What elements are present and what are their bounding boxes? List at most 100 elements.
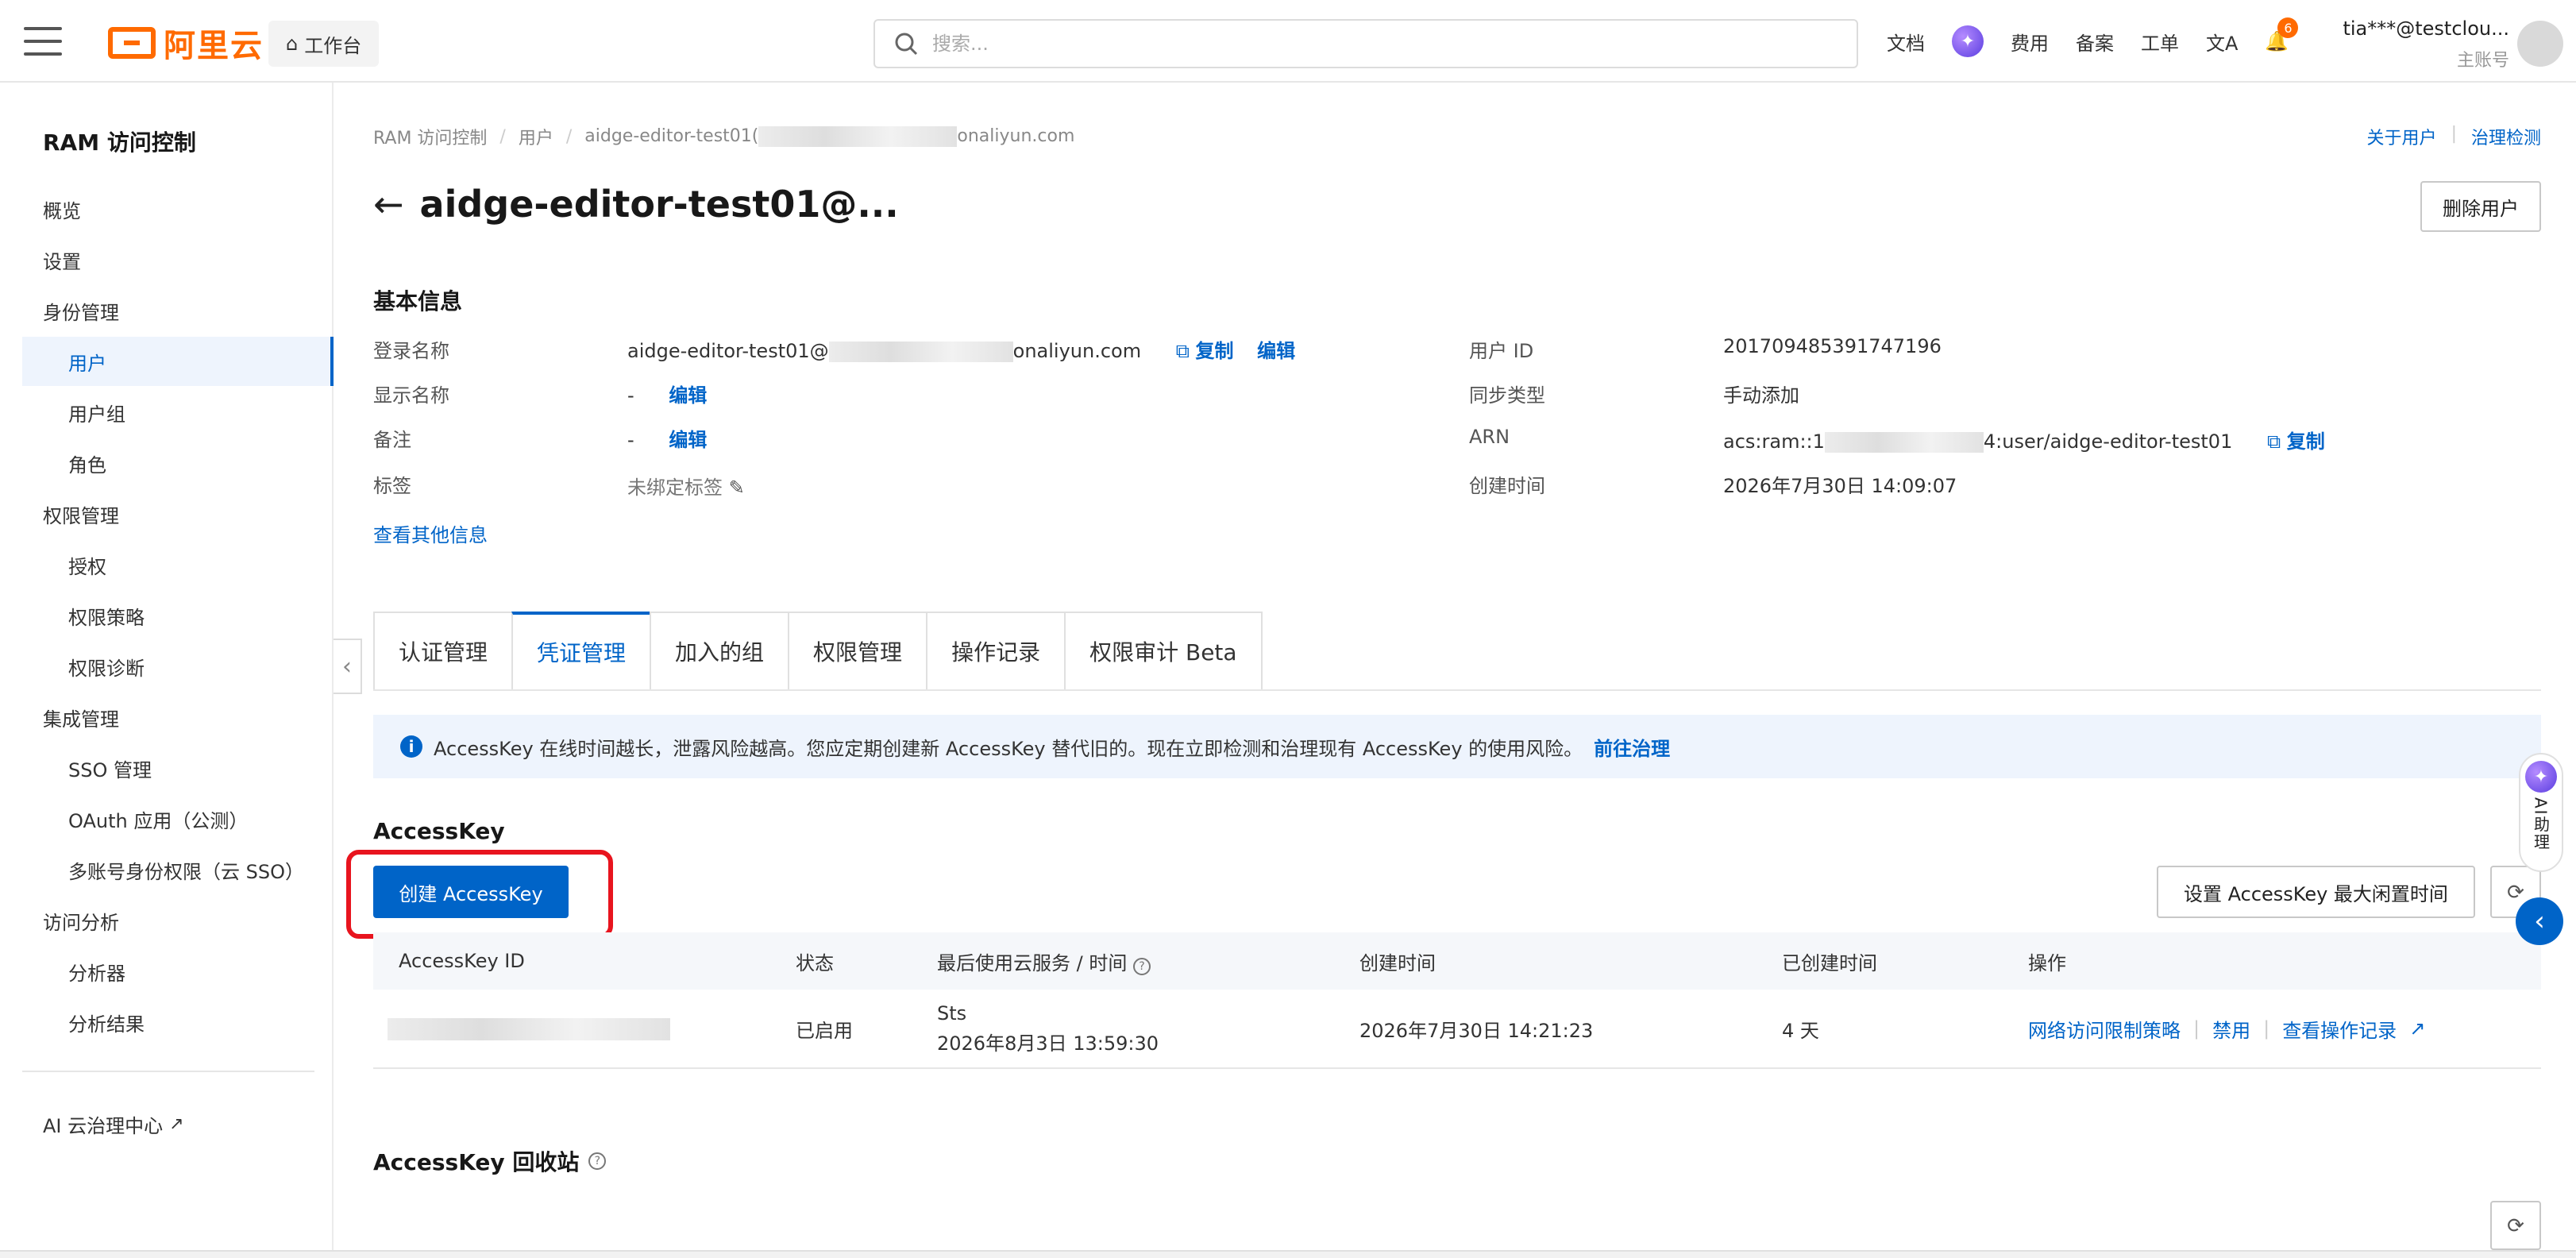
user-id-value: 201709485391747196 [1723,335,1942,357]
chevron-left-icon[interactable]: ‹ [2516,897,2563,945]
ai-assistant-icon[interactable]: ✦ [1952,25,1984,57]
help-icon[interactable]: ? [588,1152,607,1170]
search-input[interactable] [932,33,1806,55]
actions-cell: 网络访问限制策略 | 禁用 | 查看操作记录 ↗ [2028,1015,2541,1043]
sidebar-item[interactable]: 分析器 [22,947,334,996]
view-logs-link[interactable]: 查看操作记录 [2282,1015,2397,1043]
arn-label: ARN [1469,426,1510,448]
breadcrumb: RAM 访问控制 / 用户 / aidge-editor-test01(onal… [373,124,1074,149]
nav-ticket[interactable]: 工单 [2141,28,2179,56]
sidebar-item[interactable]: 角色 [22,438,334,488]
sidebar: RAM 访问控制 概览 设置 身份管理 用户 用户组 角色 权限管理 授权 权限策略 权限诊断 集成… [22,106,334,1250]
help-icon[interactable]: ? [1132,957,1151,975]
sidebar-item[interactable]: 概览 [22,184,334,233]
nav-docs[interactable]: 文档 [1887,28,1925,56]
go-govern-link[interactable]: 前往治理 [1594,733,1670,761]
nav-billing[interactable]: 费用 [2011,28,2049,56]
info-icon: i [400,735,422,758]
delete-user-button[interactable]: 删除用户 [2420,181,2541,232]
sidebar-divider [22,1071,314,1072]
sidebar-item[interactable]: OAuth 应用（公测） [22,794,334,843]
edit-login-name-button[interactable]: 编辑 [1257,340,1295,362]
sidebar-item[interactable]: 身份管理 [22,286,334,335]
copy-login-name-button[interactable]: 复制 [1196,340,1234,362]
table-header: AccessKey ID 状态 最后使用云服务 / 时间 ? 创建时间 已创建时… [373,932,2541,990]
tab-credentials[interactable]: 凭证管理 [511,612,652,689]
tab-permissions[interactable]: 权限管理 [788,612,928,689]
sidebar-item[interactable]: 分析结果 [22,998,334,1047]
external-link-icon[interactable]: ↗ [2409,1017,2425,1040]
sidebar-item[interactable]: 权限诊断 [22,642,334,691]
created-cell: 2026年7月30日 14:21:23 [1359,1019,1594,1042]
age-cell: 4 天 [1782,1019,1819,1042]
tab-groups[interactable]: 加入的组 [650,612,790,689]
menu-icon[interactable] [24,27,62,56]
basic-info-title: 基本信息 [373,288,463,314]
sidebar-item[interactable]: 集成管理 [22,693,334,742]
main-content: RAM 访问控制 / 用户 / aidge-editor-test01(onal… [346,83,2541,1250]
set-max-idle-time-button[interactable]: 设置 AccessKey 最大闲置时间 [2157,866,2475,918]
disable-link[interactable]: 禁用 [2212,1015,2250,1043]
copy-arn-button[interactable]: 复制 [2287,430,2325,453]
notification-bell-icon[interactable]: 🔔 6 [2265,17,2299,52]
logo-mark-icon [108,27,156,59]
top-bar: 阿里云 ⌂ 工作台 文档 ✦ 费用 备案 工单 文A 🔔6 tia***@tes… [0,0,2576,83]
accesskey-table: AccessKey ID 状态 最后使用云服务 / 时间 ? 创建时间 已创建时… [373,932,2541,1069]
copy-icon[interactable]: ⧉ [1176,340,1190,362]
tags-value[interactable]: 未绑定标签 ✎ [627,472,745,500]
accesskey-id-masked [373,1017,796,1040]
sidebar-item[interactable]: 权限管理 [22,489,334,538]
sync-type-label: 同步类型 [1469,384,1545,407]
sidebar-collapse-button[interactable]: ‹ [334,639,362,694]
about-users-link[interactable]: 关于用户 [2367,124,2437,149]
nav-icp[interactable]: 备案 [2076,28,2114,56]
sidebar-item[interactable]: 访问分析 [22,896,334,945]
sidebar-item[interactable]: 权限策略 [22,591,334,640]
tab-permission-audit[interactable]: 权限审计 Beta [1064,612,1263,689]
more-info-link: 查看其他信息 [373,524,488,546]
user-id-label: 用户 ID [1469,340,1534,362]
aliyun-logo[interactable]: 阿里云 [108,22,264,64]
accesskey-section-title: AccessKey [373,818,505,844]
copy-icon[interactable]: ⧉ [2267,430,2281,453]
ai-assistant-float-button[interactable]: ✦ AI助理 [2519,753,2563,872]
create-accesskey-button[interactable]: 创建 AccessKey [373,866,569,918]
network-policy-link[interactable]: 网络访问限制策略 [2028,1015,2181,1043]
window-bottom-edge [0,1250,2576,1258]
edit-display-name-button[interactable]: 编辑 [669,384,707,407]
accesskey-risk-notice: i AccessKey 在线时间越长，泄露风险越高。您应定期创建新 Access… [373,715,2541,778]
back-arrow-icon[interactable]: ← [373,183,404,226]
search-icon [895,33,918,56]
sidebar-item[interactable]: 授权 [22,540,334,589]
sidebar-item[interactable]: 用户组 [22,388,334,437]
display-name-label: 显示名称 [373,384,449,407]
tab-authentication[interactable]: 认证管理 [373,612,514,689]
status-cell: 已启用 [796,1019,853,1042]
tab-operation-logs[interactable]: 操作记录 [926,612,1066,689]
created-time-label: 创建时间 [1469,475,1545,497]
translate-icon[interactable]: 文A [2206,28,2238,56]
home-icon: ⌂ [286,33,299,55]
table-row: 已启用 Sts 2026年8月3日 13:59:30 2026年7月30日 14… [373,990,2541,1069]
edit-note-button[interactable]: 编辑 [669,429,707,451]
top-nav: 文档 ✦ 费用 备案 工单 文A 🔔 6 [1887,0,2299,83]
sidebar-item-ai-governance[interactable]: AI 云治理中心 ↗ [22,1099,334,1148]
edit-pencil-icon[interactable]: ✎ [729,477,745,499]
sidebar-item[interactable]: 设置 [22,235,334,284]
search-box[interactable] [873,19,1858,68]
sidebar-item[interactable]: 多账号身份权限（云 SSO） [22,845,334,894]
external-link-icon: ↗ [169,1113,184,1134]
sidebar-item[interactable]: 用户 [22,337,334,386]
breadcrumb-ram[interactable]: RAM 访问控制 [373,124,487,149]
workbench-button[interactable]: ⌂ 工作台 [268,21,380,67]
breadcrumb-users[interactable]: 用户 [519,124,553,149]
display-name-value: - 编辑 [627,384,708,407]
sidebar-item[interactable]: SSO 管理 [22,743,334,793]
notification-count-badge: 6 [2277,17,2299,38]
account-menu[interactable]: tia***@testclou... 主账号 [2343,17,2509,71]
governance-check-link[interactable]: 治理检测 [2471,124,2541,149]
created-time-value: 2026年7月30日 14:09:07 [1723,475,1957,497]
login-name-label: 登录名称 [373,340,449,362]
avatar[interactable] [2517,21,2563,67]
refresh-recycle-icon[interactable]: ⟳ [2490,1201,2541,1250]
